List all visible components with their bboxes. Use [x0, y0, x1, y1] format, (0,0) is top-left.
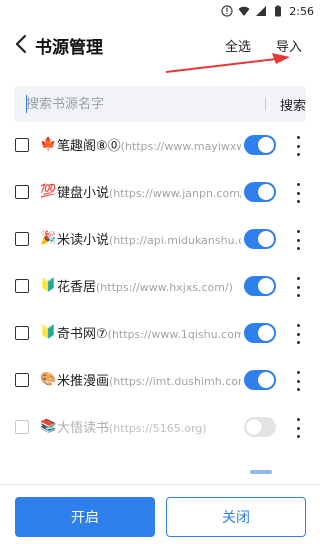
source-checkbox[interactable] [15, 373, 29, 387]
bottom-action-bar: 开启 关闭 [0, 476, 320, 552]
source-emoji: 🎨 [40, 372, 57, 387]
source-enable-toggle[interactable] [244, 370, 276, 390]
source-checkbox[interactable] [15, 420, 29, 434]
source-emoji: 🔰 [40, 278, 57, 293]
search-bar: 搜索 [14, 86, 306, 122]
source-name: 大悟读书 [57, 421, 110, 436]
source-checkbox[interactable] [15, 279, 29, 293]
partial-toggle [250, 470, 272, 474]
source-checkbox[interactable] [15, 232, 29, 246]
source-emoji: 💯 [40, 184, 57, 199]
more-options-icon[interactable] [294, 371, 302, 391]
text-cursor [26, 95, 27, 113]
source-emoji: 🍁 [40, 137, 57, 152]
source-url: (https://imt.dushimh.com) [109, 375, 241, 388]
page-title: 书源管理 [35, 38, 103, 58]
source-enable-toggle[interactable] [244, 276, 276, 296]
chevron-left-icon [15, 34, 27, 54]
search-divider [265, 97, 266, 111]
source-name: 笔趣阁⑧⓪ [57, 139, 121, 154]
source-enable-toggle[interactable] [244, 229, 276, 249]
status-time: 2:56 [289, 4, 314, 18]
divider [0, 484, 320, 485]
source-emoji: 📚 [40, 419, 57, 434]
source-url: (https://5165.org) [109, 422, 207, 435]
source-row[interactable]: 🔰 奇书网⑦(https://www.1qishu.com/) [0, 310, 320, 357]
back-button[interactable] [10, 32, 32, 56]
source-name: 米推漫画 [57, 374, 110, 389]
more-options-icon[interactable] [294, 136, 302, 156]
disable-button[interactable]: 关闭 [166, 497, 306, 537]
source-name: 奇书网⑦ [57, 327, 108, 342]
source-enable-toggle[interactable] [244, 417, 276, 437]
source-checkbox[interactable] [15, 138, 29, 152]
source-url: (https://www.janpn.com/) [109, 187, 241, 200]
more-options-icon[interactable] [294, 418, 302, 438]
status-bar: 2:56 [0, 0, 320, 22]
source-row[interactable]: 🎉 米读小说(http://api.midukanshu.co... [0, 216, 320, 263]
search-input[interactable] [14, 86, 250, 122]
signal-icon [256, 6, 267, 16]
source-emoji: 🔰 [40, 325, 57, 340]
source-url: (https://www.1qishu.com/) [107, 328, 241, 341]
source-enable-toggle[interactable] [244, 182, 276, 202]
more-options-icon[interactable] [294, 230, 302, 250]
more-options-icon[interactable] [294, 324, 302, 344]
source-row[interactable]: 📚 大悟读书(https://5165.org) [0, 404, 320, 451]
source-url: (https://www.hxjxs.com/) [96, 281, 233, 294]
more-options-icon[interactable] [294, 183, 302, 203]
source-enable-toggle[interactable] [244, 135, 276, 155]
source-name: 花香居 [57, 280, 97, 295]
source-checkbox[interactable] [15, 326, 29, 340]
source-name: 米读小说 [57, 233, 110, 248]
source-url: (https://www.mayiwxw.c... [120, 140, 241, 153]
source-enable-toggle[interactable] [244, 323, 276, 343]
notification-icon [221, 5, 233, 17]
source-emoji: 🎉 [40, 231, 57, 246]
source-checkbox[interactable] [15, 185, 29, 199]
source-row[interactable]: 🎨 米推漫画(https://imt.dushimh.com) [0, 357, 320, 404]
wifi-icon [238, 6, 250, 16]
source-row[interactable]: 💯 键盘小说(https://www.janpn.com/) [0, 169, 320, 216]
enable-button[interactable]: 开启 [15, 497, 155, 537]
annotation-arrow-icon [165, 53, 290, 73]
source-url: (http://api.midukanshu.co... [109, 234, 241, 247]
source-row[interactable]: 🍁 笔趣阁⑧⓪(https://www.mayiwxw.c... [0, 122, 320, 169]
source-row[interactable]: 🔰 花香居(https://www.hxjxs.com/) [0, 263, 320, 310]
more-options-icon[interactable] [294, 277, 302, 297]
source-name: 键盘小说 [57, 186, 110, 201]
search-button[interactable]: 搜索 [280, 95, 306, 114]
battery-icon [275, 5, 282, 17]
